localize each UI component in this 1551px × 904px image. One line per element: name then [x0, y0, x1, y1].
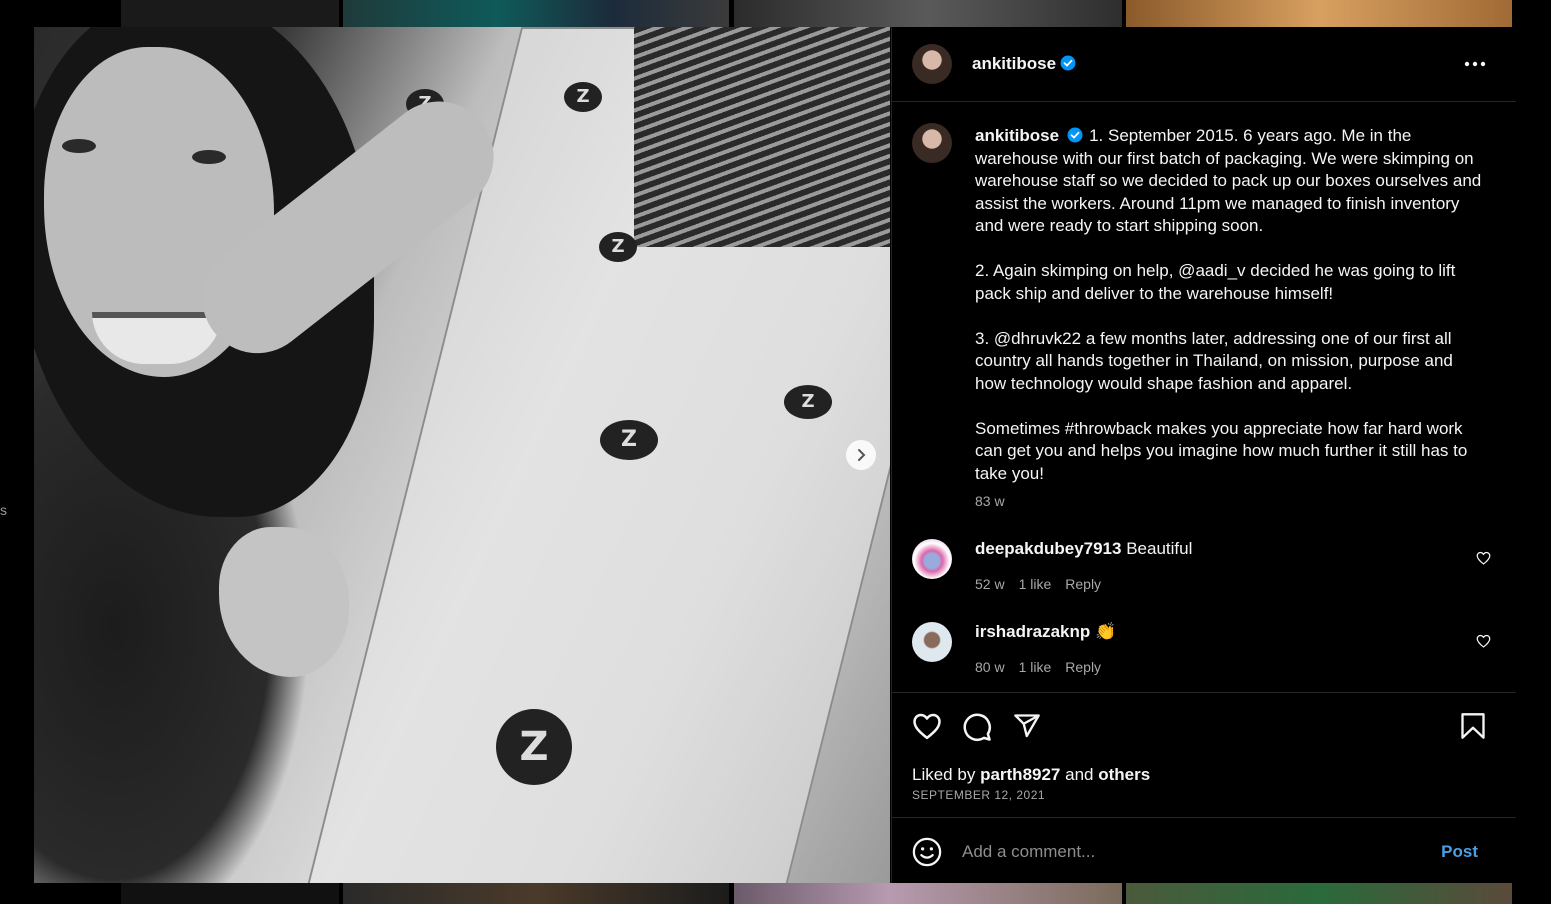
post-date[interactable]: SEPTEMBER 12, 2021	[912, 788, 1045, 802]
emoji-button[interactable]	[912, 837, 942, 872]
comment-body: irshadrazaknp 👏	[975, 622, 1116, 642]
heart-icon	[1476, 551, 1491, 565]
liked-by-others[interactable]: others	[1098, 765, 1150, 784]
background-post-thumbnail[interactable]	[121, 0, 339, 27]
post-caption: ankitibose 1. September 2015. 6 years ago…	[975, 125, 1485, 485]
more-options-icon	[1464, 61, 1486, 67]
commenter-username[interactable]: deepakdubey7913	[975, 539, 1121, 558]
photo-logo: Z	[496, 709, 572, 785]
next-slide-button[interactable]	[846, 440, 876, 470]
add-comment-bar: Post	[892, 817, 1516, 883]
comment-likes[interactable]: 1 like	[1019, 659, 1052, 675]
more-options-button[interactable]	[1464, 54, 1486, 72]
comment-age[interactable]: 80 w	[975, 659, 1005, 675]
caption-body: 1. September 2015. 6 years ago. Me in th…	[975, 126, 1482, 483]
verified-badge-icon	[1060, 55, 1076, 71]
comment-body: deepakdubey7913 Beautiful	[975, 539, 1192, 559]
verified-badge-icon	[1067, 127, 1083, 143]
photo-eye	[62, 139, 96, 153]
photo-stack	[634, 27, 890, 247]
author-avatar[interactable]	[912, 44, 952, 84]
photo-eye	[192, 150, 226, 164]
post-header: ankitibose	[892, 27, 1516, 102]
liked-by: Liked by parth8927 and others	[912, 765, 1150, 785]
heart-icon	[1476, 634, 1491, 648]
author-username[interactable]: ankitibose	[972, 54, 1056, 73]
background-post-thumbnail[interactable]	[343, 0, 729, 27]
comment-input[interactable]	[962, 840, 1422, 864]
post-actions: Liked by parth8927 and others SEPTEMBER …	[892, 692, 1516, 818]
background-post-thumbnail[interactable]	[1126, 883, 1512, 904]
heart-icon	[913, 713, 941, 740]
background-post-thumbnail[interactable]	[343, 883, 729, 904]
reply-button[interactable]: Reply	[1065, 576, 1101, 592]
post-details-panel: ankitibose ankitibose 1. September 2015. …	[891, 27, 1516, 883]
caption-username[interactable]: ankitibose	[975, 126, 1059, 145]
comment-text: 👏	[1095, 622, 1117, 641]
bookmark-icon	[1461, 713, 1485, 739]
photo-smile	[92, 312, 222, 364]
background-text-fragment: s	[0, 502, 7, 518]
like-button[interactable]	[912, 712, 942, 745]
photo-logo: Z	[599, 232, 637, 262]
emoji-icon	[912, 837, 942, 867]
caption-age[interactable]: 83 w	[975, 493, 1005, 509]
save-button[interactable]	[1460, 712, 1486, 745]
comments-scroll-area[interactable]: ankitibose 1. September 2015. 6 years ago…	[892, 103, 1516, 692]
comment-item: deepakdubey7913 Beautiful 52 w 1 like Repl…	[892, 539, 1516, 609]
photo-logo: Z	[784, 385, 832, 419]
commenter-avatar[interactable]	[912, 622, 952, 662]
author-name[interactable]: ankitibose	[972, 54, 1076, 74]
background-post-thumbnail[interactable]	[734, 883, 1122, 904]
comment-icon	[963, 713, 991, 741]
post-media-image[interactable]: Z Z Z Z Z Z	[34, 27, 890, 883]
photo-logo: Z	[600, 420, 658, 460]
caption-author-avatar[interactable]	[912, 123, 952, 163]
share-button[interactable]	[1013, 712, 1041, 745]
chevron-right-icon	[858, 449, 866, 461]
comment-meta: 52 w 1 like Reply	[975, 576, 1115, 592]
commenter-username[interactable]: irshadrazaknp	[975, 622, 1090, 641]
background-post-thumbnail[interactable]	[1126, 0, 1512, 27]
comment-button[interactable]	[962, 712, 992, 747]
comment-age[interactable]: 52 w	[975, 576, 1005, 592]
comment-like-button[interactable]	[1476, 551, 1491, 570]
liked-by-prefix: Liked by	[912, 765, 976, 784]
comment-likes[interactable]: 1 like	[1019, 576, 1052, 592]
liked-by-and: and	[1065, 765, 1094, 784]
comment-text: Beautiful	[1126, 539, 1193, 558]
post-comment-button[interactable]: Post	[1441, 842, 1478, 862]
comment-item: irshadrazaknp 👏 80 w 1 like Reply	[892, 622, 1516, 692]
share-icon	[1014, 714, 1040, 738]
reply-button[interactable]: Reply	[1065, 659, 1101, 675]
comment-like-button[interactable]	[1476, 634, 1491, 653]
background-post-thumbnail[interactable]	[734, 0, 1122, 27]
liked-by-user[interactable]: parth8927	[980, 765, 1060, 784]
photo-hand	[219, 527, 349, 677]
comment-meta: 80 w 1 like Reply	[975, 659, 1115, 675]
background-post-thumbnail[interactable]	[121, 883, 339, 904]
photo-logo: Z	[564, 82, 602, 112]
commenter-avatar[interactable]	[912, 539, 952, 579]
